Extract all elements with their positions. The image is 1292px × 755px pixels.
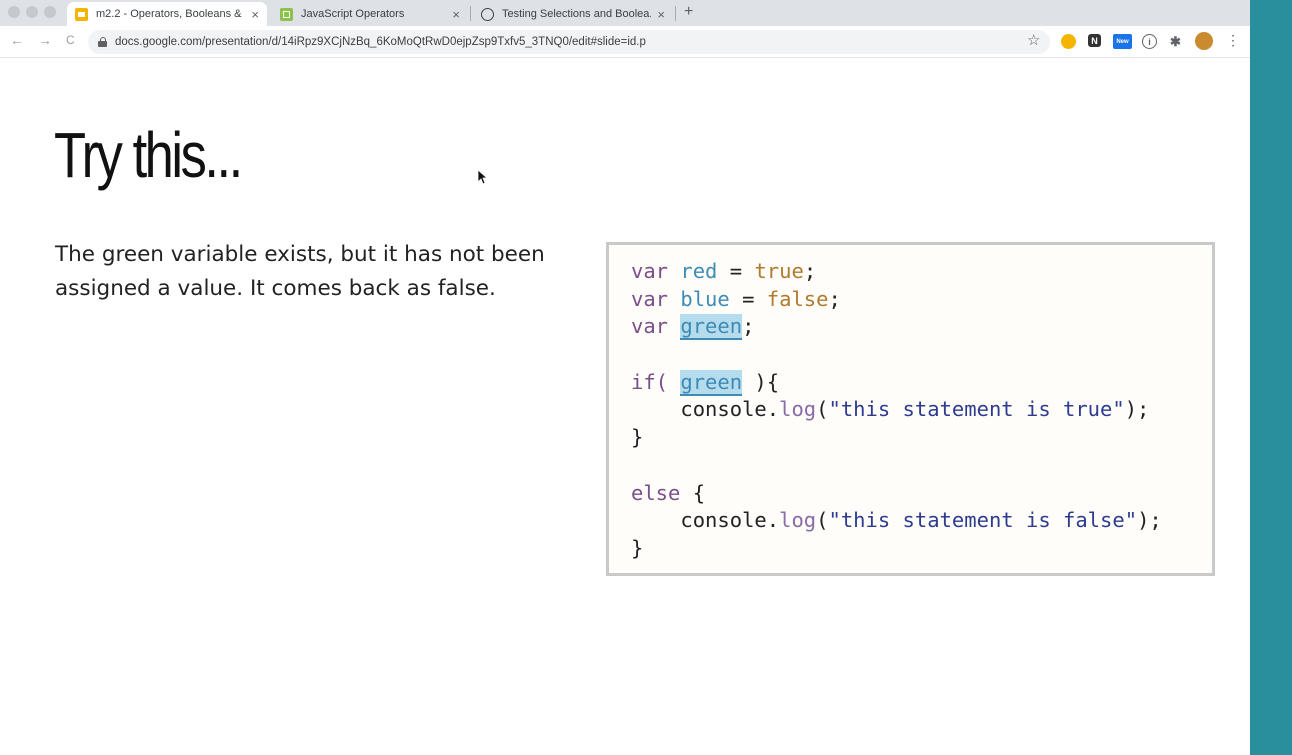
address-bar[interactable]: docs.google.com/presentation/d/14iRpz9XC… <box>88 30 1050 54</box>
code-line: } <box>631 424 1212 452</box>
back-button[interactable]: ← <box>10 32 24 48</box>
side-panel-strip <box>1250 0 1292 755</box>
close-tab-icon[interactable]: × <box>657 7 665 22</box>
bookmark-star-icon[interactable]: ☆ <box>1027 31 1040 49</box>
code-punct: } <box>631 535 644 560</box>
code-line: else { <box>631 480 1212 508</box>
code-punct: ); <box>1137 508 1162 533</box>
code-punct: } <box>631 425 644 450</box>
tab-slides[interactable]: m2.2 - Operators, Booleans & ... × <box>67 2 267 26</box>
slides-icon <box>75 7 88 21</box>
code-punct: ; <box>742 314 755 339</box>
code-keyword: var <box>631 259 669 283</box>
browser-menu-icon[interactable]: ⋮ <box>1226 32 1240 49</box>
puzzle-extension-icon[interactable]: ✱ <box>1168 34 1183 49</box>
emoji-extension-icon[interactable] <box>1061 34 1076 49</box>
code-line: var blue = false; <box>631 286 1212 314</box>
browser-toolbar: ← → C docs.google.com/presentation/d/14i… <box>0 26 1250 58</box>
reload-button[interactable]: C <box>66 33 75 47</box>
minimize-window-icon[interactable] <box>26 6 38 18</box>
maximize-window-icon[interactable] <box>44 6 56 18</box>
code-punct: { <box>680 480 706 505</box>
code-function: log <box>779 508 817 533</box>
code-line: console.log("this statement is false"); <box>631 507 1212 535</box>
code-punct: ; <box>803 259 817 283</box>
code-object: console. <box>680 508 780 533</box>
code-keyword: else <box>631 480 681 505</box>
code-punct: ; <box>828 286 841 311</box>
code-line: var red = true; <box>631 258 1212 286</box>
profile-avatar-icon[interactable] <box>1195 32 1213 50</box>
code-line: console.log("this statement is true"); <box>631 396 1212 424</box>
tab-divider <box>470 6 471 21</box>
close-tab-icon[interactable]: × <box>251 7 259 22</box>
window-controls[interactable] <box>8 6 56 18</box>
code-function: log <box>779 397 817 422</box>
code-keyword: if( <box>631 369 669 394</box>
forward-button[interactable]: → <box>38 32 52 48</box>
code-line: if( green ){ <box>631 369 1212 397</box>
code-punct: ( <box>816 397 829 422</box>
code-object: console. <box>680 397 780 422</box>
info-extension-icon[interactable]: i <box>1142 34 1157 49</box>
tab-title: Testing Selections and Boolea... <box>502 8 652 20</box>
code-identifier-highlighted: green <box>680 314 743 341</box>
code-literal: true <box>754 259 804 283</box>
code-punct: ); <box>1124 397 1150 422</box>
code-operator: = <box>729 286 767 311</box>
code-line: var green; <box>631 313 1212 341</box>
new-tab-button[interactable]: + <box>684 3 693 21</box>
notion-extension-icon[interactable]: N <box>1088 34 1101 47</box>
code-literal: false <box>766 286 829 311</box>
code-keyword: var <box>631 286 669 311</box>
url-text[interactable]: docs.google.com/presentation/d/14iRpz9XC… <box>115 36 646 48</box>
close-tab-icon[interactable]: × <box>452 7 460 22</box>
globe-icon <box>481 7 494 21</box>
tab-strip: m2.2 - Operators, Booleans & ... × JavaS… <box>0 0 1250 26</box>
sheet-icon <box>280 7 293 21</box>
tab-divider <box>675 6 676 21</box>
tab-title: m2.2 - Operators, Booleans & ... <box>96 8 246 20</box>
lock-icon <box>98 37 107 47</box>
code-string: "this statement is false" <box>828 508 1138 533</box>
code-string: "this statement is true" <box>828 397 1125 422</box>
code-punct: ){ <box>742 369 780 394</box>
new-extension-icon[interactable]: New <box>1113 34 1132 49</box>
code-line: } <box>631 535 1212 563</box>
code-identifier: red <box>680 259 718 283</box>
code-punct: ( <box>816 508 829 533</box>
slide-title: Try this... <box>54 119 243 191</box>
close-window-icon[interactable] <box>8 6 20 18</box>
code-block: var red = true; var blue = false; var gr… <box>606 242 1215 576</box>
code-identifier-highlighted: green <box>680 369 743 396</box>
slide-body-text: The green variable exists, but it has no… <box>55 242 545 301</box>
tab-title: JavaScript Operators <box>301 8 405 20</box>
code-operator: = <box>717 259 755 283</box>
tab-javascript-operators[interactable]: JavaScript Operators × <box>272 2 468 26</box>
code-identifier: blue <box>680 286 730 311</box>
tab-testing-selections[interactable]: Testing Selections and Boolea... × <box>473 2 673 26</box>
code-keyword: var <box>631 314 669 339</box>
